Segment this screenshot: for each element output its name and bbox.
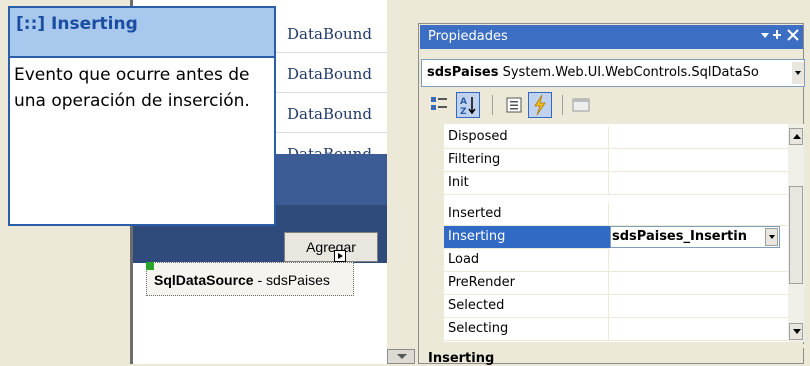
- window-controls[interactable]: [760, 28, 800, 46]
- property-row-disposed[interactable]: Disposed: [444, 126, 788, 149]
- property-row-selecting[interactable]: Selecting: [444, 318, 788, 341]
- svg-text:A: A: [460, 97, 467, 107]
- property-name: PreRender: [448, 275, 515, 290]
- tooltip-body: Evento que ocurre antes de una operación…: [14, 65, 250, 111]
- property-grid-margin: [422, 124, 444, 342]
- window-control-icons[interactable]: [760, 28, 800, 42]
- scroll-down-icon[interactable]: [789, 323, 803, 340]
- pane-splitter[interactable]: [398, 0, 416, 364]
- property-name: Disposed: [448, 129, 508, 144]
- chevron-down-icon[interactable]: [792, 62, 804, 84]
- property-row-inserting[interactable]: Inserting: [444, 226, 610, 249]
- close-icon: [787, 29, 799, 41]
- property-name: Selecting: [448, 321, 509, 336]
- grid-cell: DataBound: [287, 105, 372, 123]
- property-name: Selected: [448, 298, 505, 313]
- grid-cell: DataBound: [287, 25, 372, 43]
- property-name: Init: [448, 175, 469, 190]
- datasource-id: sdsPaises: [266, 272, 330, 288]
- sqldatasource-label: SqlDataSource - sdsPaises: [154, 272, 330, 288]
- designer-scroll-down-button[interactable]: [387, 349, 415, 364]
- datasource-separator: -: [253, 272, 267, 288]
- svg-text:Z: Z: [460, 107, 467, 117]
- tooltip-title: [::] Inserting: [16, 14, 138, 34]
- properties-icon[interactable]: [503, 92, 525, 118]
- scroll-up-icon[interactable]: [789, 128, 803, 145]
- datasource-type: SqlDataSource: [154, 272, 254, 288]
- add-button[interactable]: Agregar: [284, 232, 378, 262]
- events-icon[interactable]: [528, 92, 552, 118]
- object-name: sdsPaises: [427, 65, 499, 80]
- categorized-icon[interactable]: [428, 92, 450, 118]
- property-name: Inserting: [448, 229, 506, 244]
- object-type: System.Web.UI.WebControls.SqlDataSo: [498, 65, 759, 80]
- property-pages-icon[interactable]: [570, 92, 592, 118]
- property-row-inserted[interactable]: Inserted: [444, 203, 788, 226]
- dropdown-icon: [761, 33, 769, 38]
- property-row-prerender[interactable]: PreRender: [444, 272, 788, 295]
- property-row-load[interactable]: Load: [444, 249, 788, 272]
- toolbar-separator: [562, 95, 563, 115]
- property-row-selected[interactable]: Selected: [444, 295, 788, 318]
- control-anchor-icon: [146, 262, 154, 270]
- chevron-down-icon[interactable]: [765, 228, 778, 246]
- tooltip-divider: [10, 56, 274, 58]
- grid-cell: DataBound: [287, 65, 372, 83]
- properties-title: Propiedades: [428, 29, 508, 44]
- smart-tag-icon[interactable]: [334, 250, 346, 262]
- property-name: Inserted: [448, 206, 502, 221]
- property-row-init[interactable]: Init: [444, 172, 788, 195]
- alphabetical-icon[interactable]: AZ: [456, 92, 480, 118]
- inserting-handler-value: sdsPaises_Insertin: [612, 229, 747, 244]
- property-row-filtering[interactable]: Filtering: [444, 149, 788, 172]
- description-divider[interactable]: [420, 344, 804, 348]
- object-selector-text: sdsPaises System.Web.UI.WebControls.SqlD…: [427, 65, 759, 80]
- property-name: Load: [448, 252, 480, 267]
- scroll-thumb[interactable]: [789, 186, 803, 284]
- toolbar-separator: [492, 95, 493, 115]
- property-name: Filtering: [448, 152, 501, 167]
